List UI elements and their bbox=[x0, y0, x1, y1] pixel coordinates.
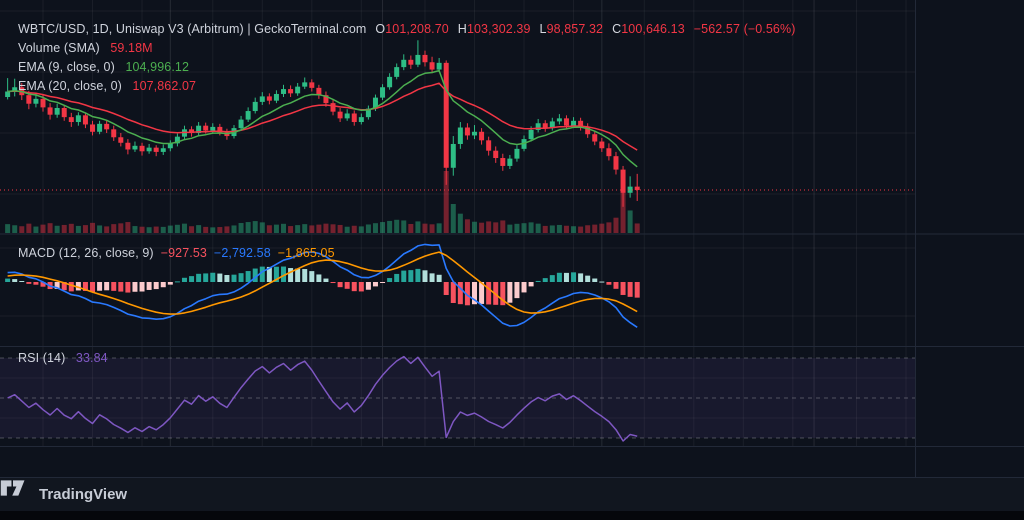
attribution-bar: TradingView bbox=[0, 478, 1024, 511]
macd-histogram bbox=[5, 266, 640, 306]
price-axis[interactable]: 130,000.00120,000.00110,000.002,000.0060… bbox=[915, 0, 1024, 447]
ema-lines bbox=[7, 69, 638, 168]
rsi-band bbox=[0, 357, 915, 439]
tradingview-logo-icon[interactable] bbox=[0, 478, 26, 498]
volume-bars bbox=[5, 171, 640, 233]
candlestick bbox=[5, 40, 640, 207]
page-edge bbox=[0, 511, 1024, 520]
ema9-line bbox=[7, 69, 638, 168]
tradingview-wordmark[interactable]: TradingView bbox=[39, 486, 127, 503]
ema20-line bbox=[7, 82, 638, 151]
chart-svg bbox=[0, 0, 1024, 478]
price-gridlines bbox=[0, 10, 915, 419]
chart-canvas[interactable]: WBTC/USD, 1D, Uniswap V3 (Arbitrum) | Ge… bbox=[0, 0, 1024, 478]
chart-root: WBTC/USD, 1D, Uniswap V3 (Arbitrum) | Ge… bbox=[0, 0, 1024, 520]
time-axis[interactable]: 14Sep14Oct14Nov14Dec14 bbox=[0, 447, 915, 478]
